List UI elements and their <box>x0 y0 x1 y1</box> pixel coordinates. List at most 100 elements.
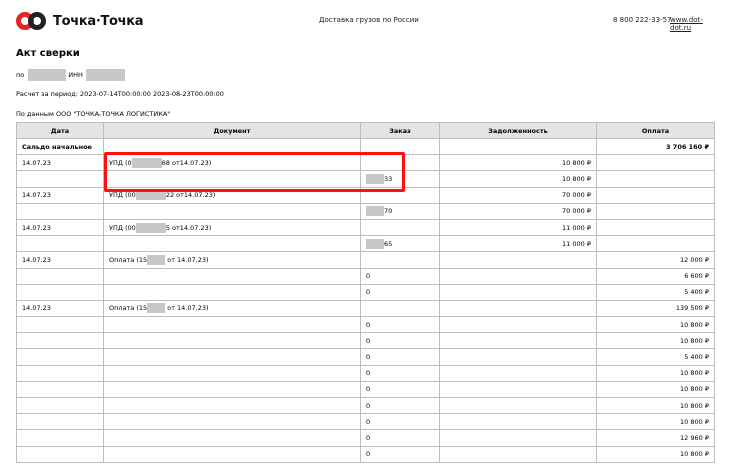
table-cell: 70 000 ₽ <box>439 202 597 220</box>
table-cell: 10 800 ₽ <box>439 170 597 188</box>
table-cell <box>103 380 361 399</box>
table-row: 0 5 400 ₽ <box>16 283 715 301</box>
table-cell <box>439 380 597 399</box>
logo-text: Точка·Точка <box>53 13 144 29</box>
table-cell <box>439 348 597 366</box>
table-cell: 70 <box>360 202 440 220</box>
table-cell <box>360 154 440 172</box>
table-cell: 5 400 ₽ <box>596 283 715 301</box>
table-cell: 10 800 ₽ <box>596 332 715 350</box>
table-cell <box>439 137 597 156</box>
table-cell <box>16 267 104 285</box>
party-prefix: по <box>16 71 25 79</box>
table-row: 70 70 000 ₽ <box>16 202 715 220</box>
table-cell: 3 706 160 ₽ <box>596 137 715 156</box>
table-row: 0 6 600 ₽ <box>16 267 715 285</box>
table-cell <box>103 202 361 220</box>
redacted-text <box>135 190 166 201</box>
table-cell: 0 <box>360 283 440 301</box>
page-header: Точка·Точка Доставка грузов по России 8 … <box>16 10 716 32</box>
table-cell: 14.07.23 <box>16 251 104 269</box>
table-cell: 14.07.23 <box>16 186 104 204</box>
table-row: 0 10 800 ₽ <box>16 380 715 399</box>
table-cell <box>16 396 104 415</box>
source-line: По данным ООО "ТОЧКА-ТОЧКА ЛОГИСТИКА" <box>16 110 171 118</box>
table-row: 0 10 800 ₽ <box>16 396 715 415</box>
table-cell <box>439 283 597 301</box>
table-row: 33 10 800 ₽ <box>16 170 715 188</box>
table-cell: 5 400 ₽ <box>596 348 715 366</box>
table-cell <box>16 445 104 463</box>
table-cell <box>103 332 361 350</box>
counterparty-line: по ИНН <box>16 68 125 82</box>
table-cell: 0 <box>360 445 440 463</box>
table-cell: 14.07.23 <box>16 218 104 237</box>
table-row: 65 11 000 ₽ <box>16 235 715 253</box>
table-cell: 0 <box>360 332 440 350</box>
column-header: Документ <box>103 122 361 139</box>
table-cell: 10 800 ₽ <box>596 380 715 399</box>
table-cell: 33 <box>360 170 440 188</box>
table-row: 14.07.23 Оплата (15 от 14.07.23) 139 500 ₽ <box>16 299 715 318</box>
table-cell <box>439 299 597 318</box>
table-row: 14.07.23 Оплата (15 от 14.07.23) 12 000 ₽ <box>16 251 715 269</box>
table-cell: 0 <box>360 348 440 366</box>
table-cell: 0 <box>360 413 440 431</box>
table-row: 0 10 800 ₽ <box>16 413 715 431</box>
table-row: 14.07.23 УПД (00 5 от14.07.23) 11 000 ₽ <box>16 218 715 237</box>
column-header: Оплата <box>596 122 715 139</box>
redacted-inn <box>85 69 125 81</box>
table-cell <box>16 170 104 188</box>
table-cell <box>439 251 597 269</box>
table-cell <box>103 348 361 366</box>
table-cell: 11 000 ₽ <box>439 235 597 253</box>
table-cell <box>360 218 440 237</box>
table-cell <box>103 170 361 188</box>
table-cell <box>16 364 104 382</box>
table-row: 0 10 800 ₽ <box>16 364 715 382</box>
table-cell <box>16 202 104 220</box>
company-logo: Точка·Точка <box>16 10 144 32</box>
table-cell: 10 800 ₽ <box>439 154 597 172</box>
period-line: Расчет за период: 2023-07-14T00:00:00 20… <box>16 90 224 98</box>
table-cell: 11 000 ₽ <box>439 218 597 237</box>
table-cell: 65 <box>360 235 440 253</box>
table-cell <box>439 429 597 447</box>
column-header: Задолженность <box>439 122 597 139</box>
column-header: Заказ <box>360 122 440 139</box>
table-cell <box>16 283 104 301</box>
table-cell: УПД (0 68 от14.07.23) <box>103 154 361 172</box>
phone-number: 8 800 222-33-57 <box>613 16 672 24</box>
table-cell <box>439 267 597 285</box>
table-cell: 10 800 ₽ <box>596 316 715 334</box>
page-title: Акт сверки <box>16 48 80 59</box>
redacted-text <box>147 254 166 265</box>
table-cell <box>360 251 440 269</box>
table-cell: Оплата (15 от 14.07.23) <box>103 251 361 269</box>
table-cell <box>360 299 440 318</box>
table-cell <box>439 445 597 463</box>
inn-label: ИНН <box>68 71 83 79</box>
logo-icon <box>16 11 46 31</box>
table-body: Сальдо начальное 3 706 160 ₽14.07.23 УПД (… <box>16 137 715 463</box>
table-cell: 70 000 ₽ <box>439 186 597 204</box>
table-cell: 0 <box>360 267 440 285</box>
table-cell: 10 800 ₽ <box>596 445 715 463</box>
website-link[interactable]: www.dot-dot.ru <box>670 16 716 32</box>
redacted-text <box>366 173 384 184</box>
table-cell <box>103 429 361 447</box>
table-cell: 139 500 ₽ <box>596 299 715 318</box>
table-cell <box>596 186 715 204</box>
table-cell <box>596 235 715 253</box>
column-header: Дата <box>16 122 104 139</box>
table-cell: Оплата (15 от 14.07.23) <box>103 299 361 318</box>
table-cell: УПД (00 5 от14.07.23) <box>103 218 361 237</box>
table-row: 0 12 960 ₽ <box>16 429 715 447</box>
table-cell <box>360 137 440 156</box>
reconciliation-table: Дата Документ Заказ Задолженность Оплата Сал… <box>16 122 715 463</box>
table-cell <box>596 154 715 172</box>
redacted-text <box>131 157 162 168</box>
table-cell: 6 600 ₽ <box>596 267 715 285</box>
table-cell <box>439 396 597 415</box>
table-cell <box>103 235 361 253</box>
